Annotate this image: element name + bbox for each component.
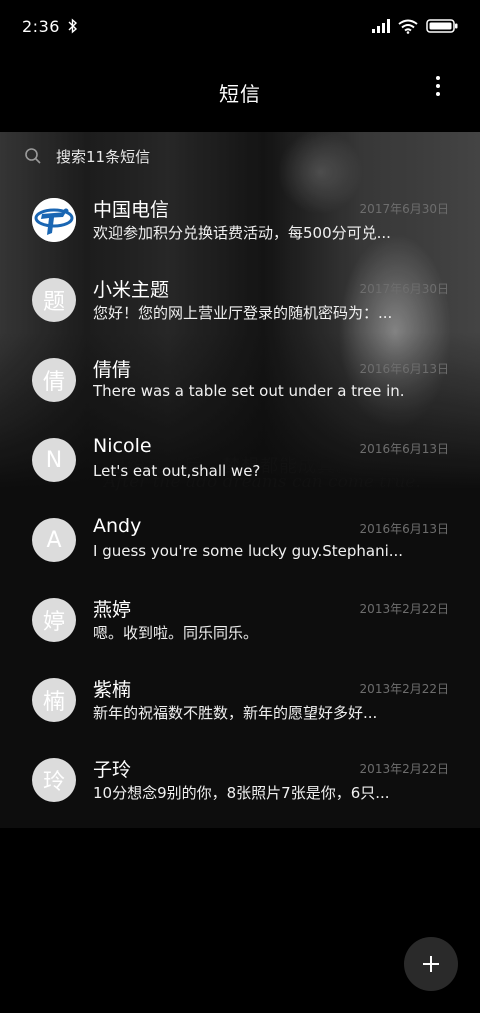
conversation-item[interactable]: 倩 倩倩 2016年6月13日 There was a table set ou… [0, 340, 480, 420]
contact-name: Andy [93, 515, 142, 537]
avatar: A [32, 518, 76, 562]
contact-name: 中国电信 [93, 199, 170, 221]
wifi-icon [398, 19, 418, 34]
message-date: 2017年6月30日 [359, 202, 449, 216]
message-date: 2013年2月22日 [359, 602, 449, 616]
page-title: 短信 [219, 81, 261, 106]
conversation-list[interactable]: 愿纷扰过后，梦想都能成真。 After the ado dreams can c… [0, 132, 480, 828]
message-preview: 新年的祝福数不胜数，新年的愿望好多好... [93, 704, 378, 722]
conversation-item[interactable]: 婷 燕婷 2013年2月22日 嗯。收到啦。同乐同乐。 [0, 580, 480, 660]
contact-name: 子玲 [93, 759, 132, 781]
app-header: 短信 [0, 52, 480, 132]
conversation-item[interactable]: 题 小米主题 2017年6月30日 您好！您的网上营业厅登录的随机密码为：... [0, 260, 480, 340]
status-icons [372, 19, 458, 34]
contact-name: 燕婷 [93, 599, 132, 621]
message-preview: 10分想念9别的你，8张照片7张是你，6只... [93, 784, 390, 802]
message-date: 2013年2月22日 [359, 762, 449, 776]
conversation-item[interactable]: 玲 子玲 2013年2月22日 10分想念9别的你，8张照片7张是你，6只... [0, 740, 480, 820]
plus-icon [423, 956, 439, 972]
signal-icon [372, 19, 390, 33]
message-preview: 欢迎参加积分兑换话费活动，每500分可兑... [93, 224, 391, 242]
message-date: 2017年6月30日 [359, 282, 449, 296]
message-preview: I guess you're some lucky guy.Stephani..… [93, 542, 403, 560]
more-vert-icon[interactable] [426, 74, 450, 98]
avatar: 楠 [32, 678, 76, 722]
message-date: 2016年6月13日 [359, 522, 449, 536]
message-date: 2016年6月13日 [359, 362, 449, 376]
conversation-item[interactable]: A Andy 2016年6月13日 I guess you're some lu… [0, 500, 480, 580]
status-time: 2:36 [22, 16, 60, 36]
search-bar[interactable]: 搜索11条短信 [24, 140, 150, 172]
avatar: 题 [32, 278, 76, 322]
contact-name: 紫楠 [93, 679, 132, 701]
avatar: 玲 [32, 758, 76, 802]
battery-icon [426, 19, 458, 33]
status-bar: 2:36 [0, 0, 480, 52]
china-telecom-logo [32, 198, 76, 242]
search-icon [25, 148, 41, 164]
compose-button[interactable] [404, 937, 458, 991]
conversation-item[interactable]: 中国电信 2017年6月30日 欢迎参加积分兑换话费活动，每500分可兑... [0, 180, 480, 260]
conversation-item[interactable]: 楠 紫楠 2013年2月22日 新年的祝福数不胜数，新年的愿望好多好... [0, 660, 480, 740]
avatar: N [32, 438, 76, 482]
message-preview: There was a table set out under a tree i… [93, 382, 403, 400]
avatar: 倩 [32, 358, 76, 402]
message-preview: 您好！您的网上营业厅登录的随机密码为：... [93, 304, 393, 322]
message-preview: 嗯。收到啦。同乐同乐。 [93, 624, 259, 642]
avatar [32, 198, 76, 242]
message-date: 2013年2月22日 [359, 682, 449, 696]
search-label: 搜索11条短信 [56, 147, 151, 166]
message-preview: Let's eat out,shall we? [93, 462, 261, 480]
contact-name: 倩倩 [93, 359, 132, 381]
contact-name: 小米主题 [93, 279, 170, 301]
avatar: 婷 [32, 598, 76, 642]
contact-name: Nicole [93, 435, 152, 457]
bluetooth-icon [68, 18, 77, 34]
message-date: 2016年6月13日 [359, 442, 449, 456]
conversation-item[interactable]: N Nicole 2016年6月13日 Let's eat out,shall … [0, 420, 480, 500]
